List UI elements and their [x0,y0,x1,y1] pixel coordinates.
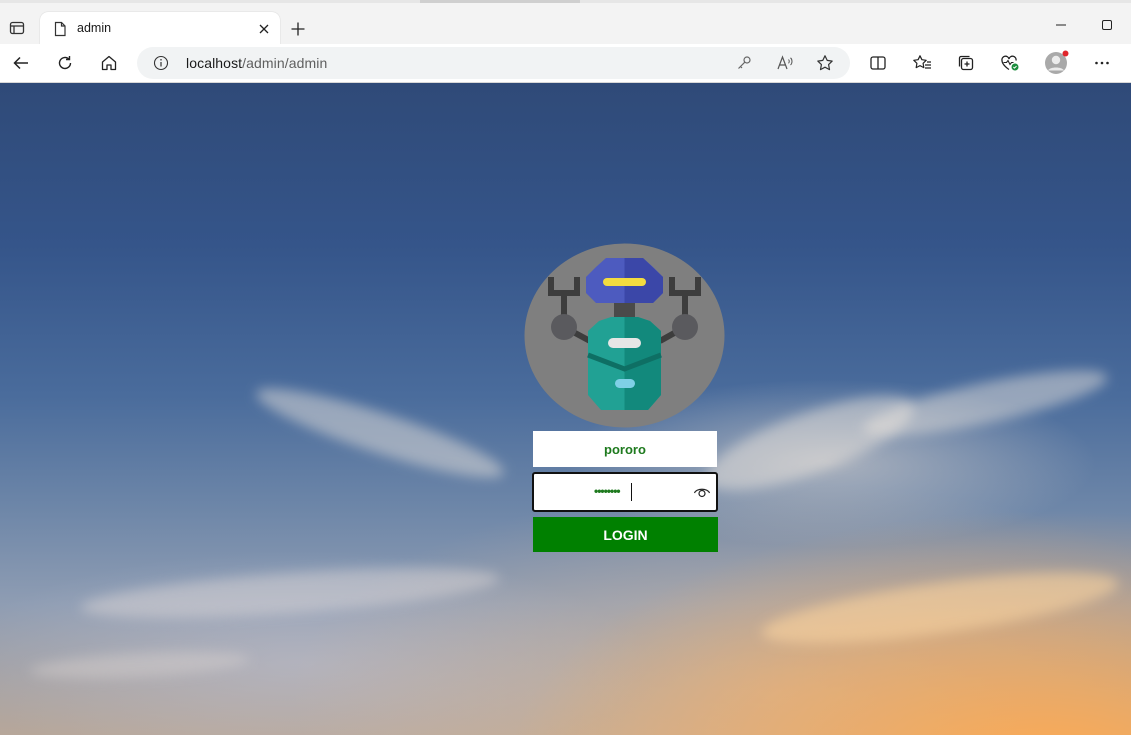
profile-avatar-icon[interactable] [1042,49,1070,77]
password-field[interactable]: •••••••• [532,472,718,512]
read-aloud-icon[interactable] [775,53,795,73]
refresh-icon[interactable] [51,49,79,77]
url-text[interactable]: localhost/admin/admin [186,55,327,71]
cloud [758,558,1122,658]
back-arrow-icon[interactable] [7,49,35,77]
star-icon[interactable] [815,53,835,73]
plus-icon[interactable] [286,17,310,41]
url-path: /admin/admin [242,55,328,71]
url-host: localhost [186,55,243,71]
text-cursor [631,483,632,501]
tab-actions-icon[interactable] [4,15,30,41]
maximize-icon[interactable] [1095,13,1119,37]
cloud [79,558,501,628]
page-icon [52,21,68,37]
split-screen-icon[interactable] [864,49,892,77]
eye-icon[interactable] [693,484,711,500]
close-icon[interactable] [254,19,274,39]
home-icon[interactable] [95,49,123,77]
browser-toolbar: localhost/admin/admin [0,44,1131,83]
tab-bar: admin [0,3,1131,47]
browser-essentials-icon[interactable] [996,49,1024,77]
cloud [250,373,510,493]
address-bar[interactable]: localhost/admin/admin [137,47,850,79]
tab-admin[interactable]: admin [40,12,280,47]
minimize-icon[interactable] [1049,13,1073,37]
robot-logo [524,243,725,428]
info-icon[interactable] [153,55,169,71]
key-icon[interactable] [734,53,754,73]
cloud [696,377,924,509]
favorites-list-icon[interactable] [908,49,936,77]
username-field[interactable]: pororo [533,431,717,467]
password-mask: •••••••• [594,484,621,498]
more-icon[interactable] [1088,49,1116,77]
login-button[interactable]: LOGIN [533,517,718,552]
collections-icon[interactable] [952,49,980,77]
tab-title: admin [77,21,112,35]
cloud [29,647,251,683]
